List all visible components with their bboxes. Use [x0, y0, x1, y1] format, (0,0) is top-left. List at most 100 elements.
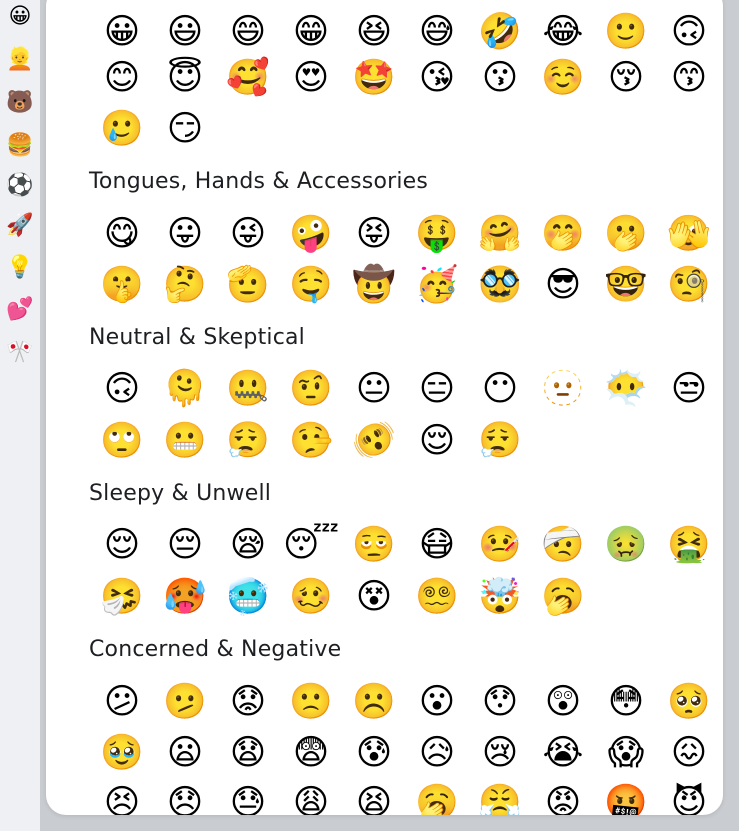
emoji-tongues-0-2[interactable]: 😜	[226, 212, 270, 256]
emoji-concerned-2-3[interactable]: 😩	[289, 781, 333, 815]
emoji-tongues-0-8[interactable]: 🫢	[604, 212, 648, 256]
emoji-concerned-1-6[interactable]: 😢	[478, 731, 522, 775]
emoji-neutral-0-7[interactable]: 🫥	[541, 367, 585, 411]
emoji-concerned-0-7[interactable]: 😲	[541, 680, 585, 724]
emoji-sleepy-0-9[interactable]: 🤮	[667, 523, 711, 567]
emoji-top-1-0[interactable]: 😊	[100, 56, 144, 100]
emoji-concerned-1-7[interactable]: 😭	[541, 731, 585, 775]
emoji-neutral-0-8[interactable]: 😶‍🌫️	[604, 367, 648, 411]
emoji-tongues-1-9[interactable]: 🧐	[667, 263, 711, 307]
emoji-tongues-0-6[interactable]: 🤗	[478, 212, 522, 256]
emoji-concerned-0-9[interactable]: 🥺	[667, 680, 711, 724]
emoji-neutral-1-3[interactable]: 🤥	[289, 419, 333, 463]
emoji-top-1-9[interactable]: 😙	[667, 56, 711, 100]
emoji-top-1-4[interactable]: 🤩	[352, 56, 396, 100]
emoji-concerned-2-9[interactable]: 😈	[667, 781, 711, 815]
emoji-top-1-2[interactable]: 🥰	[226, 56, 270, 100]
emoji-sleepy-1-7[interactable]: 🥱	[541, 575, 585, 619]
emoji-concerned-0-0[interactable]: 😕	[100, 680, 144, 724]
emoji-tongues-0-7[interactable]: 🤭	[541, 212, 585, 256]
emoji-top-0-4[interactable]: 😆	[352, 10, 396, 54]
emoji-top-0-9[interactable]: 🙃	[667, 10, 711, 54]
emoji-tongues-1-3[interactable]: 🤤	[289, 263, 333, 307]
emoji-top-0-3[interactable]: 😁	[289, 10, 333, 54]
emoji-top-1-8[interactable]: 😚	[604, 56, 648, 100]
emoji-concerned-0-5[interactable]: 😮	[415, 680, 459, 724]
emoji-sleepy-0-4[interactable]: 🫩	[352, 523, 396, 567]
emoji-concerned-0-6[interactable]: 😯	[478, 680, 522, 724]
emoji-sleepy-0-5[interactable]: 😷	[415, 523, 459, 567]
emoji-concerned-2-7[interactable]: 😡	[541, 781, 585, 815]
category-people-button[interactable]: 👱	[4, 44, 36, 76]
emoji-neutral-0-1[interactable]: 🫠	[163, 367, 207, 411]
emoji-tongues-0-5[interactable]: 🤑	[415, 212, 459, 256]
emoji-tongues-0-1[interactable]: 😛	[163, 212, 207, 256]
emoji-neutral-0-3[interactable]: 🤨	[289, 367, 333, 411]
emoji-concerned-0-4[interactable]: ☹️	[352, 680, 396, 724]
emoji-concerned-1-8[interactable]: 😱	[604, 731, 648, 775]
emoji-tongues-1-2[interactable]: 🫡	[226, 263, 270, 307]
emoji-top-0-0[interactable]: 😀	[100, 10, 144, 54]
emoji-tongues-0-0[interactable]: 😋	[100, 212, 144, 256]
emoji-neutral-1-0[interactable]: 🙄	[100, 419, 144, 463]
emoji-tongues-1-8[interactable]: 🤓	[604, 263, 648, 307]
emoji-sleepy-1-0[interactable]: 🤧	[100, 575, 144, 619]
emoji-top-0-7[interactable]: 😂	[541, 10, 585, 54]
emoji-top-0-5[interactable]: 😅	[415, 10, 459, 54]
emoji-top-0-6[interactable]: 🤣	[478, 10, 522, 54]
emoji-concerned-1-2[interactable]: 😧	[226, 731, 270, 775]
emoji-sleepy-0-0[interactable]: 😌	[100, 523, 144, 567]
emoji-sleepy-0-8[interactable]: 🤢	[604, 523, 648, 567]
emoji-top-0-1[interactable]: 😃	[163, 10, 207, 54]
category-activity-button[interactable]: ⚽	[4, 170, 36, 202]
category-objects-button[interactable]: 💡	[4, 252, 36, 284]
emoji-concerned-2-0[interactable]: 😣	[100, 781, 144, 815]
emoji-top-1-3[interactable]: 😍	[289, 56, 333, 100]
emoji-concerned-1-1[interactable]: 😦	[163, 731, 207, 775]
emoji-sleepy-1-6[interactable]: 🤯	[478, 575, 522, 619]
emoji-top-2-1[interactable]: 😏	[163, 107, 207, 151]
emoji-top-1-7[interactable]: ☺️	[541, 56, 585, 100]
emoji-top-0-8[interactable]: 🙂	[604, 10, 648, 54]
emoji-tongues-0-3[interactable]: 🤪	[289, 212, 333, 256]
emoji-neutral-0-9[interactable]: 😒	[667, 367, 711, 411]
emoji-sleepy-0-6[interactable]: 🤒	[478, 523, 522, 567]
emoji-tongues-1-0[interactable]: 🤫	[100, 263, 144, 307]
emoji-concerned-1-0[interactable]: 🥹	[100, 731, 144, 775]
emoji-tongues-0-4[interactable]: 😝	[352, 212, 396, 256]
emoji-neutral-0-6[interactable]: 😶	[478, 367, 522, 411]
emoji-top-2-0[interactable]: 🥲	[100, 107, 144, 151]
emoji-neutral-0-0[interactable]: 🙃	[100, 367, 144, 411]
emoji-top-0-2[interactable]: 😄	[226, 10, 270, 54]
emoji-concerned-2-4[interactable]: 😫	[352, 781, 396, 815]
emoji-neutral-1-2[interactable]: 😮‍💨	[226, 419, 270, 463]
category-travel-places-button[interactable]: 🚀	[4, 210, 36, 242]
emoji-neutral-1-5[interactable]: 😌	[415, 419, 459, 463]
emoji-sleepy-1-4[interactable]: 😵	[352, 575, 396, 619]
emoji-tongues-1-1[interactable]: 🤔	[163, 263, 207, 307]
emoji-concerned-0-8[interactable]: 😳	[604, 680, 648, 724]
category-flags-button[interactable]: 🎌	[4, 337, 36, 369]
emoji-sleepy-1-2[interactable]: 🥶	[226, 575, 270, 619]
emoji-sleepy-0-3[interactable]: 😴	[283, 523, 339, 567]
emoji-concerned-2-5[interactable]: 🥱	[415, 781, 459, 815]
category-symbols-button[interactable]: 💕	[4, 294, 36, 326]
emoji-top-1-5[interactable]: 😘	[415, 56, 459, 100]
emoji-top-1-1[interactable]: 😇	[163, 56, 207, 100]
emoji-tongues-1-6[interactable]: 🥸	[478, 263, 522, 307]
emoji-tongues-1-5[interactable]: 🥳	[415, 263, 459, 307]
category-smileys-button[interactable]: 😀	[4, 1, 36, 33]
emoji-concerned-1-5[interactable]: 😥	[415, 731, 459, 775]
emoji-neutral-0-2[interactable]: 🤐	[226, 367, 270, 411]
emoji-sleepy-1-3[interactable]: 🥴	[289, 575, 333, 619]
emoji-sleepy-1-5[interactable]: 😵‍💫	[415, 575, 459, 619]
category-food-drink-button[interactable]: 🍔	[4, 130, 36, 162]
emoji-concerned-1-3[interactable]: 😨	[289, 731, 333, 775]
emoji-sleepy-0-2[interactable]: 😪	[226, 523, 270, 567]
emoji-concerned-2-1[interactable]: 😞	[163, 781, 207, 815]
emoji-concerned-0-3[interactable]: 🙁	[289, 680, 333, 724]
emoji-concerned-2-2[interactable]: 😓	[226, 781, 270, 815]
emoji-sleepy-0-1[interactable]: 😔	[163, 523, 207, 567]
category-animals-nature-button[interactable]: 🐻	[4, 87, 36, 119]
emoji-neutral-0-4[interactable]: 😐	[352, 367, 396, 411]
